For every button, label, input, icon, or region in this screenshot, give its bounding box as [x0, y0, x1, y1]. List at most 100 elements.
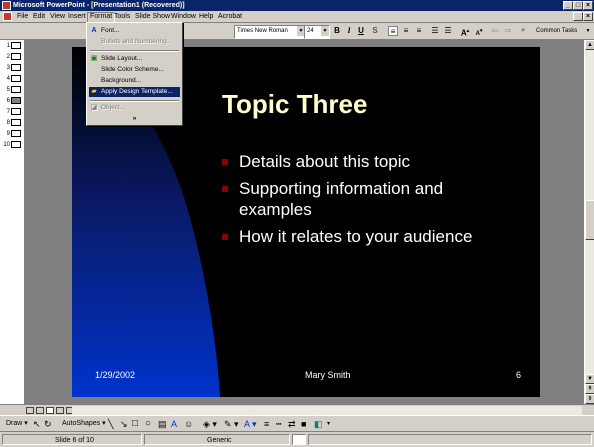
outline-slide-8[interactable]: 8 [2, 119, 22, 127]
bullet-square-icon [222, 234, 228, 240]
fill-color-icon[interactable]: ◈ ▾ [203, 418, 217, 430]
line-color-icon[interactable]: ✎ ▾ [224, 418, 239, 430]
next-slide-icon[interactable]: ⇟ [585, 394, 594, 404]
italic-button[interactable]: I [344, 26, 354, 36]
font-size-select[interactable]: 24 ▼ [304, 25, 330, 39]
align-left-icon[interactable]: ≡ [388, 26, 398, 36]
menu-item-slide-layout[interactable]: ▣ Slide Layout... [89, 54, 180, 64]
slide-title[interactable]: Topic Three [222, 89, 367, 120]
text-box-icon[interactable]: ▤ [158, 418, 167, 430]
promote-icon[interactable]: ⇦ [490, 26, 500, 36]
menu-slide-show[interactable]: Slide Show [133, 12, 172, 22]
doc-close-button[interactable]: × [583, 12, 593, 21]
minimize-button[interactable]: _ [563, 1, 573, 10]
common-tasks-button[interactable]: Common Tasks [536, 26, 588, 36]
bullets-icon[interactable]: ☰ [443, 26, 453, 36]
bullet-item[interactable]: Details about this topic [222, 151, 522, 172]
document-icon[interactable] [3, 12, 12, 21]
menu-insert[interactable]: Insert [66, 12, 88, 22]
menu-item-object[interactable]: ◪ Object... [89, 103, 180, 113]
slide-icon [11, 75, 21, 82]
menu-item-bullets-numbering[interactable]: Bullets and Numbering... [89, 37, 180, 47]
select-pointer-icon[interactable]: ↖ [33, 418, 41, 430]
scroll-down-icon[interactable]: ▼ [585, 374, 594, 384]
line-icon[interactable]: ╲ [108, 418, 113, 430]
free-rotate-icon[interactable]: ↻ [44, 418, 52, 430]
wordart-icon[interactable]: A [171, 418, 177, 430]
outline-slide-6[interactable]: 6 [2, 97, 22, 105]
slide-view-icon[interactable] [46, 407, 54, 414]
menu-help[interactable]: Help [197, 12, 215, 22]
shadow-icon[interactable]: ■ [301, 418, 306, 430]
vertical-scrollbar[interactable]: ▲ ▼ ⇞ ⇟ [584, 40, 594, 404]
maximize-button[interactable]: □ [573, 1, 583, 10]
decrease-font-icon[interactable]: A▾ [474, 26, 484, 37]
horizontal-scrollbar[interactable] [72, 406, 582, 415]
bullet-item[interactable]: How it relates to your audience [222, 226, 522, 247]
animation-icon[interactable]: ✧ [518, 26, 528, 36]
previous-slide-icon[interactable]: ⇞ [585, 384, 594, 394]
outline-slide-10[interactable]: 10 [2, 141, 22, 149]
demote-icon[interactable]: ⇨ [503, 26, 513, 36]
draw-menu-button[interactable]: Draw ▾ [6, 418, 28, 430]
autoshapes-menu-button[interactable]: AutoShapes ▾ [62, 418, 106, 430]
bold-button[interactable]: B [332, 26, 342, 36]
align-right-icon[interactable]: ≡ [414, 26, 424, 36]
line-style-icon[interactable]: ≡ [264, 418, 269, 430]
oval-icon[interactable]: ○ [145, 418, 151, 430]
3d-icon[interactable]: ◧ [314, 418, 323, 430]
slide-number: 6 [516, 370, 522, 380]
menu-item-font[interactable]: A Font... [89, 26, 180, 36]
shadow-button[interactable]: S [370, 26, 380, 36]
arrow-icon[interactable]: ↘ [120, 418, 128, 430]
slide-icon [11, 97, 21, 104]
close-button[interactable]: × [583, 1, 593, 10]
format-dropdown-menu: A Font... Bullets and Numbering... ▣ Sli… [86, 22, 183, 126]
bullet-item[interactable]: Supporting information and examples [222, 178, 462, 220]
chevron-down-icon[interactable]: ▼ [321, 26, 329, 36]
increase-font-icon[interactable]: A▴ [460, 26, 470, 38]
outline-view-icon[interactable] [36, 407, 44, 414]
outline-pane[interactable]: 1 2 3 4 5 6 7 8 9 10 [0, 40, 24, 404]
underline-button[interactable]: U [356, 26, 366, 36]
menu-file[interactable]: File [15, 12, 30, 22]
outline-slide-7[interactable]: 7 [2, 108, 22, 116]
outline-slide-1[interactable]: 1 [2, 42, 22, 50]
chevron-down-icon[interactable]: ▼ [583, 26, 593, 36]
menu-window[interactable]: Window [169, 12, 198, 22]
spellcheck-status-icon[interactable] [292, 434, 306, 445]
menu-item-slide-color-scheme[interactable]: Slide Color Scheme... [89, 65, 180, 75]
slide-sorter-view-icon[interactable] [56, 407, 64, 414]
font-name-value: Times New Roman [237, 28, 288, 34]
scroll-thumb[interactable] [585, 200, 594, 240]
menu-edit[interactable]: Edit [31, 12, 47, 22]
dash-style-icon[interactable]: ┅ [276, 418, 281, 430]
outline-slide-3[interactable]: 3 [2, 64, 22, 72]
outline-slide-4[interactable]: 4 [2, 75, 22, 83]
outline-slide-2[interactable]: 2 [2, 53, 22, 61]
title-bar: Microsoft PowerPoint - [Presentation1 (R… [0, 0, 594, 11]
menu-expand-chevron[interactable]: » [89, 114, 180, 124]
outline-slide-9[interactable]: 9 [2, 130, 22, 138]
normal-view-icon[interactable] [26, 407, 34, 414]
arrow-style-icon[interactable]: ⇄ [288, 418, 296, 430]
scroll-up-icon[interactable]: ▲ [585, 40, 594, 50]
menu-item-background[interactable]: Background... [89, 76, 180, 86]
doc-restore-button[interactable] [573, 12, 583, 21]
menu-view[interactable]: View [48, 12, 67, 22]
font-color-icon[interactable]: A ▾ [244, 418, 257, 430]
chevron-down-icon[interactable]: ▾ [327, 418, 330, 430]
outline-slide-5[interactable]: 5 [2, 86, 22, 94]
slide-icon [11, 119, 21, 126]
menu-tools[interactable]: Tools [112, 12, 132, 22]
font-name-select[interactable]: Times New Roman ▼ [234, 25, 306, 39]
slide-footer: Mary Smith [305, 370, 351, 380]
menu-item-apply-design-template[interactable]: ▰ Apply Design Template... [89, 87, 180, 97]
status-bar: Slide 6 of 10 Generic [0, 431, 594, 447]
align-center-icon[interactable]: ≡ [401, 26, 411, 36]
powerpoint-app-icon[interactable] [2, 1, 11, 10]
rectangle-icon[interactable]: □ [132, 418, 138, 430]
clip-art-icon[interactable]: ☺ [184, 418, 193, 430]
menu-acrobat[interactable]: Acrobat [216, 12, 244, 22]
numbering-icon[interactable]: ☰ [430, 26, 440, 36]
